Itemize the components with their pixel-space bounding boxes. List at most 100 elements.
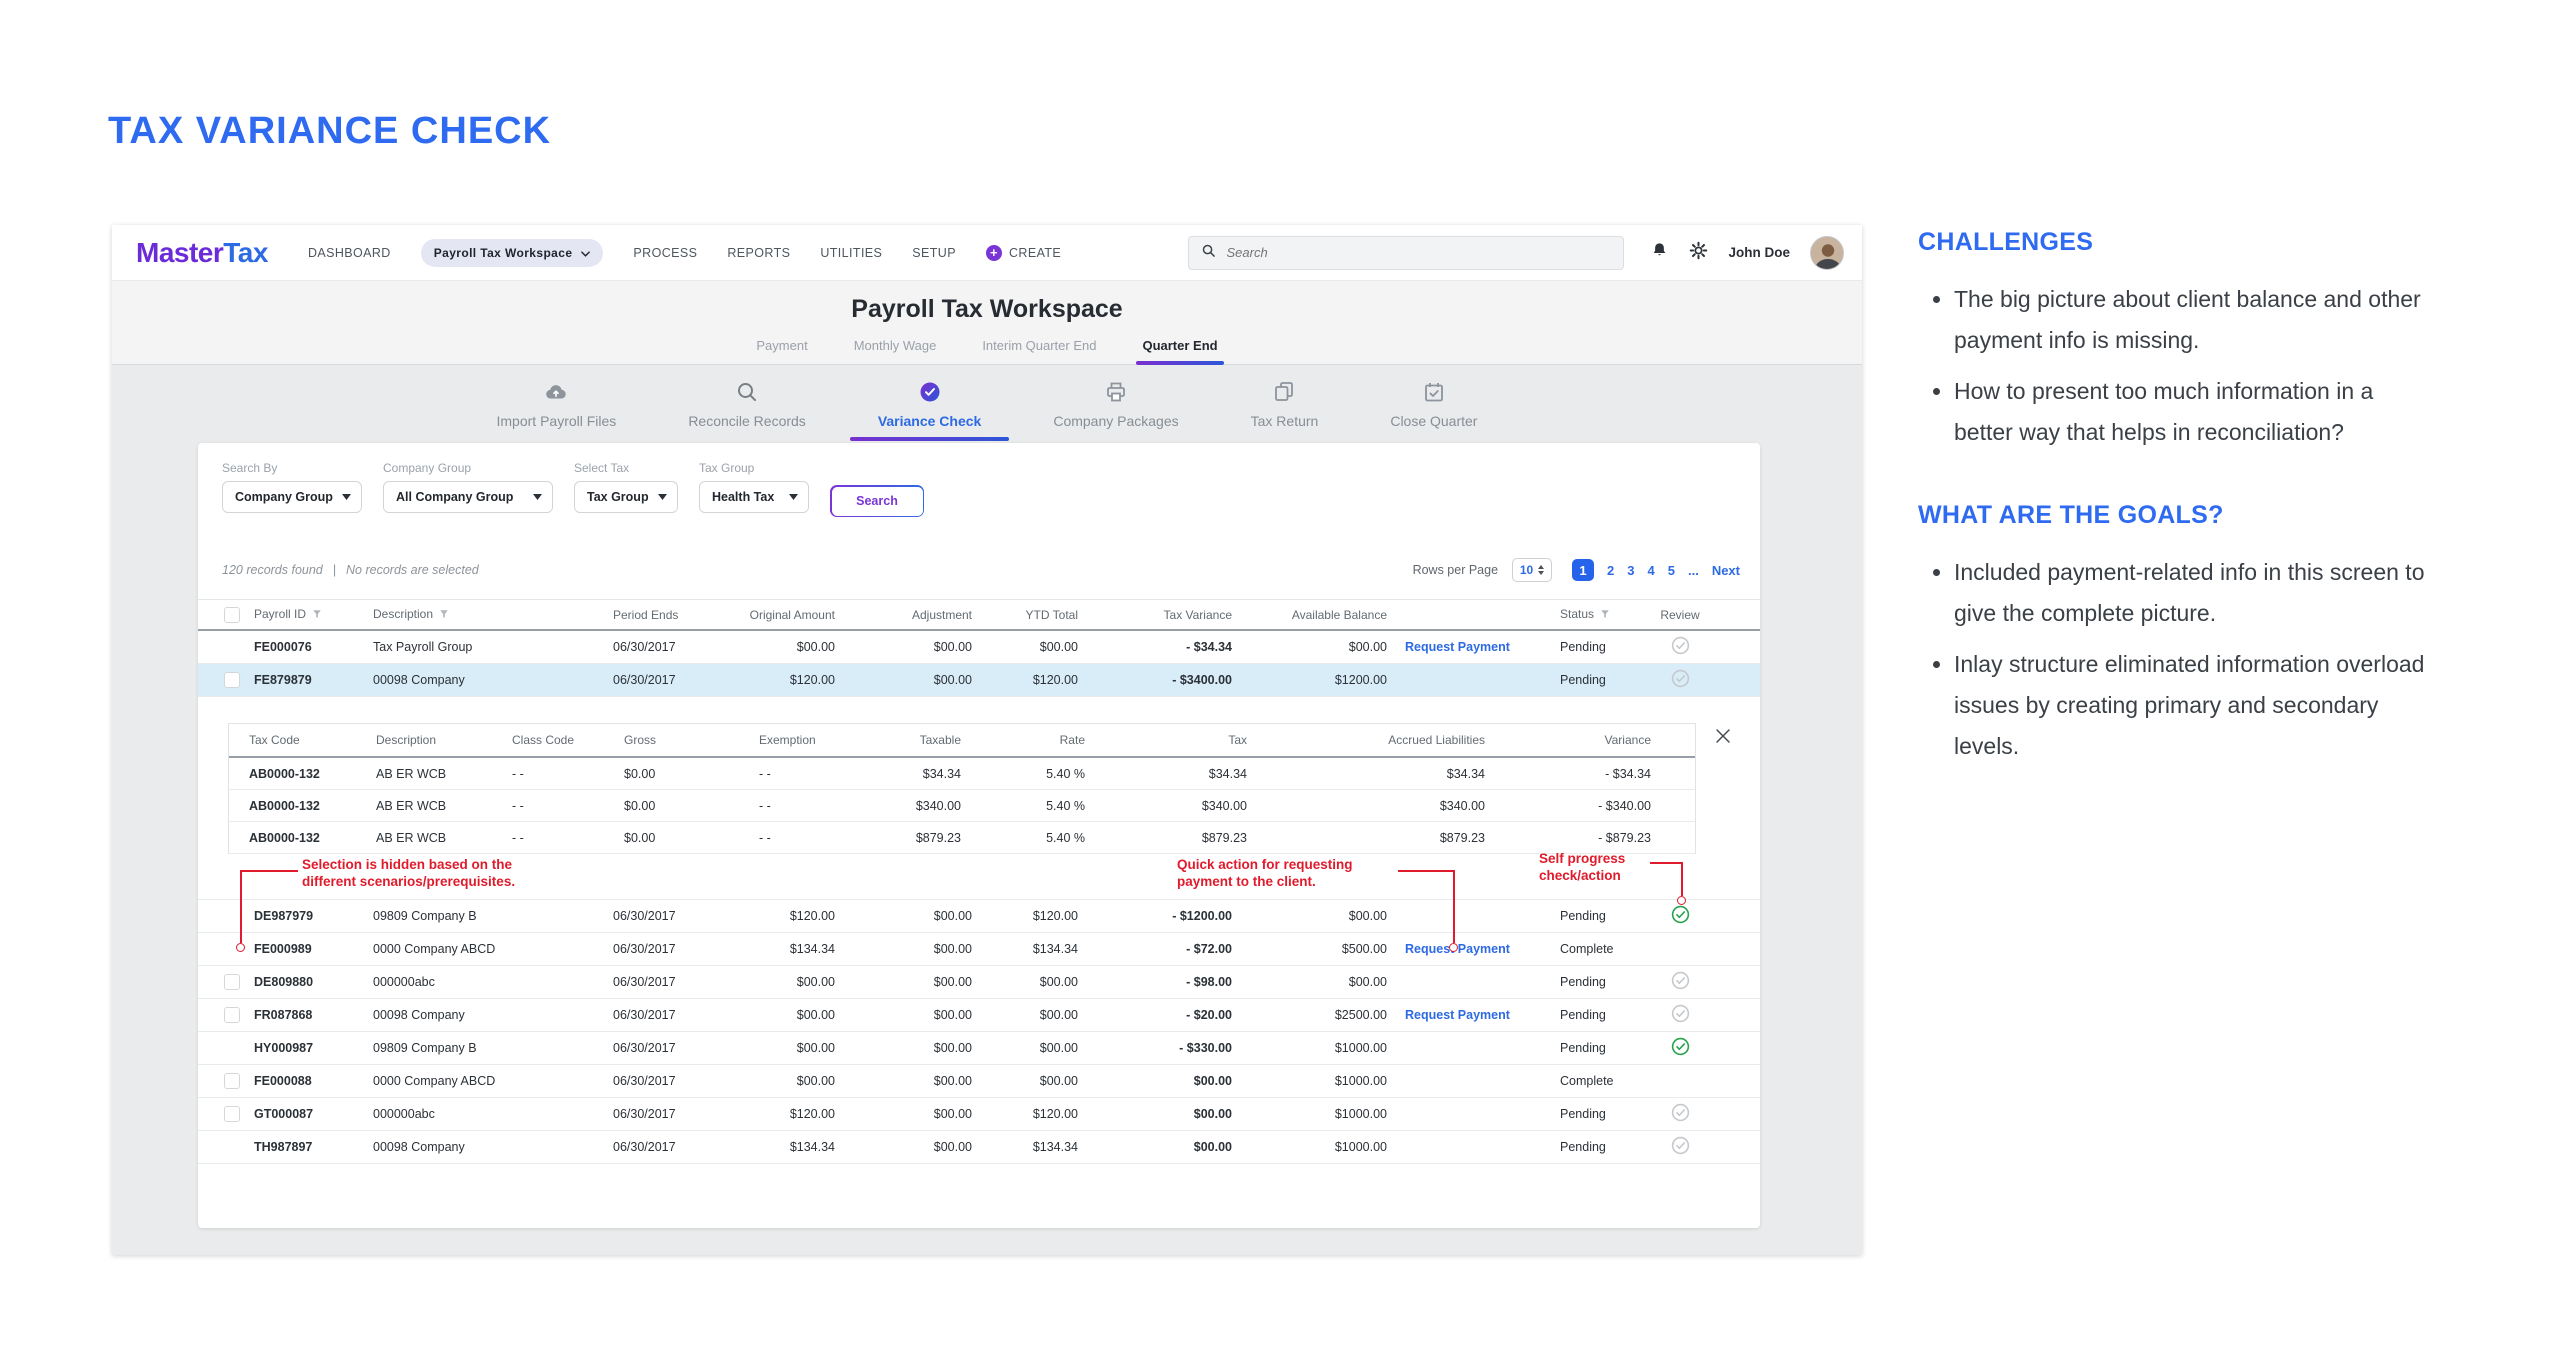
row-checkbox[interactable] [224,974,240,990]
review-check-icon[interactable] [1671,1103,1690,1125]
tab-interim-quarter-end[interactable]: Interim Quarter End [982,338,1096,364]
table-row[interactable]: DE809880000000abc06/30/2017$00.00$00.00$… [198,966,1760,999]
inlay-cell: $34.34 [849,767,969,781]
table-row[interactable]: DE98797909809 Company B06/30/2017$120.00… [198,900,1760,933]
page-3-button[interactable]: 3 [1627,563,1634,578]
nav-workspace-dropdown[interactable]: Payroll Tax Workspace [421,239,604,267]
chevron-down-icon [533,490,542,504]
nav-dashboard[interactable]: DASHBOARD [308,246,391,260]
table-row[interactable]: TH98789700098 Company06/30/2017$134.34$0… [198,1131,1760,1164]
ytd-total-cell: $00.00 [980,640,1086,654]
description-cell: 09809 Company B [358,909,598,923]
goals-title: WHAT ARE THE GOALS? [1918,501,2428,530]
inlay-cell: AB ER WCB [359,831,499,845]
nav-process[interactable]: PROCESS [633,246,697,260]
row-checkbox-cell [198,974,246,990]
step-close-quarter[interactable]: Close Quarter [1390,380,1477,441]
review-check-icon[interactable] [1671,669,1690,691]
status-cell: Pending [1550,673,1650,687]
select-tax-select[interactable]: Tax Group [574,481,678,513]
step-import-payroll-files[interactable]: Import Payroll Files [497,380,617,441]
page-4-button[interactable]: 4 [1648,563,1655,578]
filter-icon[interactable] [1600,608,1610,622]
original-amount-cell: $00.00 [708,975,843,989]
inlay-row: AB0000-132AB ER WCB- -$0.00- -$340.005.4… [229,790,1695,822]
row-checkbox[interactable] [224,672,240,688]
annotation-line [1650,862,1682,864]
table-header-row: Payroll ID Description Period Ends Origi… [198,599,1760,631]
nav-utilities[interactable]: UTILITIES [820,246,882,260]
goal-item: Inlay structure eliminated information o… [1954,644,2428,767]
review-check-icon[interactable] [1671,636,1690,658]
step-variance-check[interactable]: Variance Check [878,380,982,441]
filter-icon[interactable] [439,608,449,622]
step-reconcile-records[interactable]: Reconcile Records [688,380,806,441]
review-check-icon[interactable] [1671,1037,1690,1059]
settings-gear-icon[interactable] [1689,241,1708,265]
table-row[interactable]: FE87987900098 Company06/30/2017$120.00$0… [198,664,1760,697]
inlay-cell: $0.00 [609,767,699,781]
page-5-button[interactable]: 5 [1668,563,1675,578]
adjustment-cell: $00.00 [843,942,980,956]
tab-monthly-wage[interactable]: Monthly Wage [854,338,937,364]
table-row[interactable]: FE000076Tax Payroll Group06/30/2017$00.0… [198,631,1760,664]
step-company-packages[interactable]: Company Packages [1053,380,1178,441]
select-all-checkbox[interactable] [224,607,240,623]
search-button[interactable]: Search [830,485,924,517]
nav-setup[interactable]: SETUP [912,246,956,260]
search-by-select[interactable]: Company Group [222,481,362,513]
inlay-header-cell: Rate [969,733,1093,747]
adjustment-cell: $00.00 [843,1041,980,1055]
variance-check-panel: Search By Company Group Company Group Al… [198,443,1760,1228]
cloud-upload-icon [544,380,568,407]
annotation-line [1681,862,1683,896]
header-status[interactable]: Status [1550,607,1650,622]
next-page-button[interactable]: Next [1712,563,1740,578]
company-group-select[interactable]: All Company Group [383,481,553,513]
period-ends-cell: 06/30/2017 [598,1074,708,1088]
header-description[interactable]: Description [358,607,598,622]
payroll-id-cell: FE000989 [246,942,358,956]
tab-quarter-end[interactable]: Quarter End [1142,338,1217,364]
original-amount-cell: $00.00 [708,640,843,654]
nav-create-button[interactable]: + CREATE [986,245,1061,261]
row-checkbox[interactable] [224,1106,240,1122]
review-check-icon[interactable] [1671,905,1690,927]
review-check-icon[interactable] [1671,971,1690,993]
user-avatar[interactable] [1810,236,1844,270]
table-row[interactable]: FE0009890000 Company ABCD06/30/2017$134.… [198,933,1760,966]
status-cell: Pending [1550,909,1650,923]
close-icon[interactable] [1714,727,1732,748]
step-label: Variance Check [878,413,982,429]
table-body: FE000076Tax Payroll Group06/30/2017$00.0… [198,631,1760,1164]
rows-per-page-stepper[interactable]: 10 [1512,558,1552,582]
tab-payment[interactable]: Payment [756,338,807,364]
documents-icon [1272,380,1296,407]
request-payment-link[interactable]: Request Payment [1405,640,1510,654]
status-cell: Pending [1550,1041,1650,1055]
filter-icon[interactable] [312,608,322,622]
step-tax-return[interactable]: Tax Return [1251,380,1319,441]
description-cell: Tax Payroll Group [358,640,598,654]
header-payroll-id[interactable]: Payroll ID [246,607,358,622]
review-check-icon[interactable] [1671,1004,1690,1026]
row-checkbox[interactable] [224,1073,240,1089]
review-check-icon[interactable] [1671,1136,1690,1158]
description-cell: 0000 Company ABCD [358,942,598,956]
action-cell: Request Payment [1395,1008,1550,1022]
table-row[interactable]: FR08786800098 Company06/30/2017$00.00$00… [198,999,1760,1032]
notifications-bell-icon[interactable] [1650,241,1669,265]
tax-group-select[interactable]: Health Tax [699,481,809,513]
page-1-button[interactable]: 1 [1572,559,1594,581]
table-row[interactable]: GT000087000000abc06/30/2017$120.00$00.00… [198,1098,1760,1131]
search-input[interactable] [1226,245,1611,260]
table-row[interactable]: FE0000880000 Company ABCD06/30/2017$00.0… [198,1065,1760,1098]
stepper-arrows-icon [1538,565,1544,575]
nav-reports[interactable]: REPORTS [727,246,790,260]
table-row[interactable]: HY00098709809 Company B06/30/2017$00.00$… [198,1032,1760,1065]
page-2-button[interactable]: 2 [1607,563,1614,578]
row-checkbox[interactable] [224,1007,240,1023]
payroll-id-cell: FE879879 [246,673,358,687]
status-cell: Pending [1550,640,1650,654]
request-payment-link[interactable]: Request Payment [1405,1008,1510,1022]
